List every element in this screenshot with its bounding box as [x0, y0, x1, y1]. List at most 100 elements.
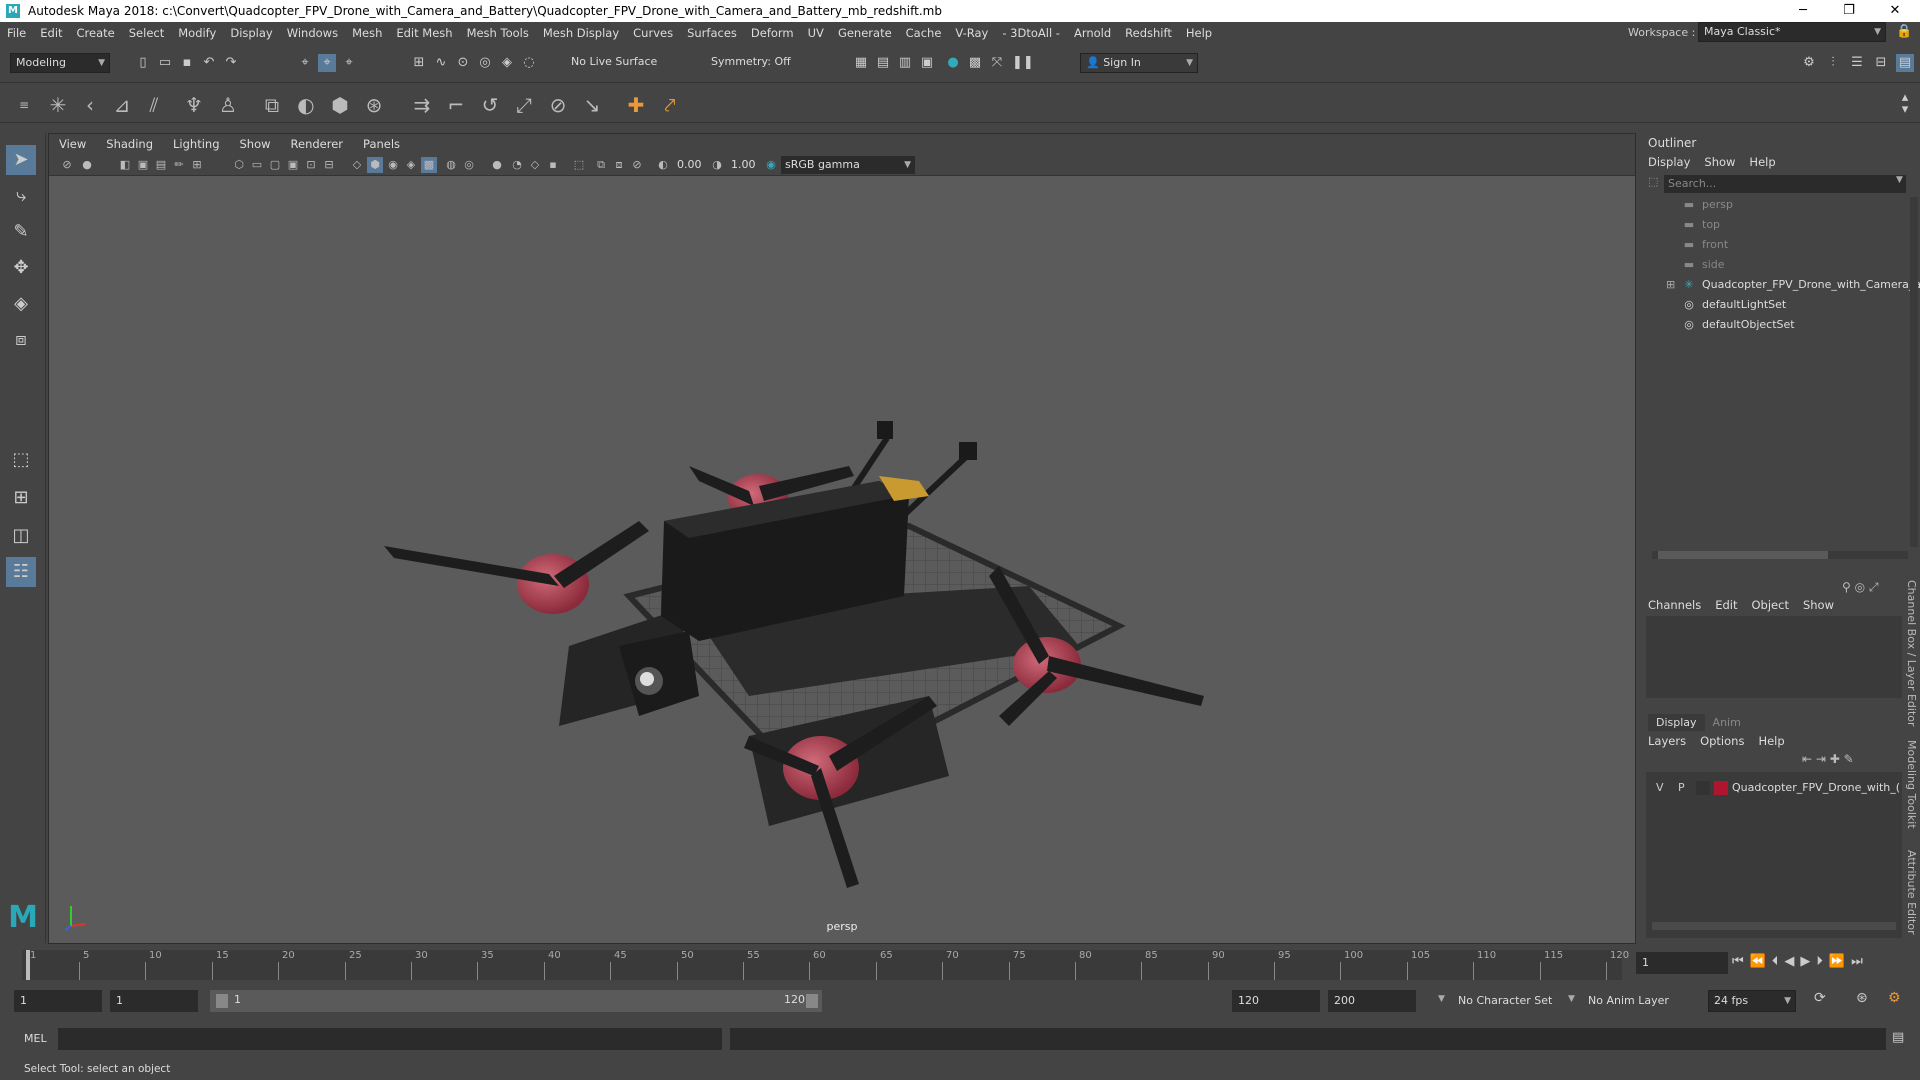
- shelf-menu-icon[interactable]: ≡: [10, 91, 38, 119]
- hypershade-icon[interactable]: ●: [944, 54, 962, 72]
- shelf-scroll-down-icon[interactable]: ▾: [1896, 101, 1914, 119]
- outliner-item-persp[interactable]: ▬ persp: [1682, 195, 1733, 215]
- chevron-down-icon[interactable]: ▼: [1896, 175, 1903, 185]
- layer-action-icons[interactable]: ⇤ ⇥ ✚ ✎: [1802, 752, 1854, 766]
- lock-icon[interactable]: 🔒: [1896, 24, 1912, 39]
- menu-display[interactable]: Display: [223, 26, 279, 40]
- outliner-menu-display[interactable]: Display: [1648, 155, 1690, 169]
- channel-menu-object[interactable]: Object: [1752, 598, 1789, 612]
- side-tab-channel-box[interactable]: Channel Box / Layer Editor: [1905, 580, 1918, 727]
- outliner-item-default-object-set[interactable]: ◎ defaultObjectSet: [1682, 315, 1794, 335]
- outliner-search-input[interactable]: Search...: [1664, 175, 1906, 193]
- select-component-icon[interactable]: ⌖: [340, 54, 358, 72]
- anti-alias-icon[interactable]: ⧉: [593, 157, 609, 173]
- live-surface-field[interactable]: No Live Surface: [566, 53, 676, 73]
- select-camera-icon[interactable]: ⊘: [59, 157, 75, 173]
- grease-pencil-icon[interactable]: ✏: [171, 157, 187, 173]
- wireframe-icon[interactable]: ⬡: [231, 157, 247, 173]
- maximize-button[interactable]: ❐: [1826, 0, 1872, 22]
- menu-edit[interactable]: Edit: [33, 26, 69, 40]
- layer-row[interactable]: V P Quadcopter_FPV_Drone_with_(: [1650, 778, 1902, 798]
- new-scene-icon[interactable]: ▯: [134, 54, 152, 72]
- outliner-menu-show[interactable]: Show: [1704, 155, 1735, 169]
- xray-icon[interactable]: ●: [489, 157, 505, 173]
- menu-curves[interactable]: Curves: [626, 26, 680, 40]
- exposure-field[interactable]: 0.00: [673, 156, 705, 174]
- outliner-item-side[interactable]: ▬ side: [1682, 255, 1725, 275]
- menu-file[interactable]: File: [0, 26, 33, 40]
- isolate-select-icon[interactable]: ◎: [461, 157, 477, 173]
- menu-mesh-tools[interactable]: Mesh Tools: [460, 26, 536, 40]
- outliner-vertical-scrollbar[interactable]: [1910, 197, 1918, 547]
- go-to-start-icon[interactable]: ⏮: [1732, 954, 1750, 969]
- pause-icon[interactable]: ❚❚: [1012, 54, 1034, 72]
- preferences-icon[interactable]: ⚙: [1888, 990, 1901, 1006]
- ik-handle-icon[interactable]: ✳: [44, 91, 72, 119]
- render-sequence-icon[interactable]: ▩: [966, 54, 984, 72]
- constraint-orient-icon[interactable]: ↺: [476, 91, 504, 119]
- undo-icon[interactable]: ↶: [200, 54, 218, 72]
- color-management-icon[interactable]: ◉: [763, 157, 779, 173]
- toggle-modeling-toolkit-icon[interactable]: ⚙: [1800, 54, 1818, 72]
- four-view-layout-icon[interactable]: ⊞: [6, 483, 36, 513]
- menu-arnold[interactable]: Arnold: [1067, 26, 1118, 40]
- chevron-down-icon[interactable]: ▼: [1438, 994, 1445, 1004]
- menu-cache[interactable]: Cache: [899, 26, 949, 40]
- snap-surface-icon[interactable]: ◈: [498, 54, 516, 72]
- menu-3dtoall[interactable]: - 3DtoAll -: [995, 26, 1067, 40]
- mode-dropdown[interactable]: Modeling ▼: [10, 53, 110, 73]
- filter-icon[interactable]: ⬚: [1648, 175, 1662, 193]
- menu-deform[interactable]: Deform: [744, 26, 801, 40]
- playback-start-field[interactable]: 1: [110, 990, 198, 1012]
- color-space-dropdown[interactable]: sRGB gamma ▼: [781, 156, 915, 174]
- scale-tool-icon[interactable]: ⧈: [6, 325, 36, 355]
- menu-select[interactable]: Select: [122, 26, 171, 40]
- menu-help[interactable]: Help: [1179, 26, 1219, 40]
- menu-modify[interactable]: Modify: [171, 26, 223, 40]
- gate-mask-icon[interactable]: ▣: [285, 157, 301, 173]
- layer-visibility-toggle[interactable]: V: [1656, 778, 1664, 798]
- motion-blur-icon[interactable]: ⬚: [571, 157, 587, 173]
- layer-horizontal-scrollbar[interactable]: [1652, 922, 1896, 930]
- step-forward-key-icon[interactable]: ⏩: [1829, 954, 1851, 969]
- range-end-handle[interactable]: [806, 994, 818, 1008]
- close-button[interactable]: ✕: [1872, 0, 1918, 22]
- channel-box-list[interactable]: [1646, 616, 1902, 698]
- channel-box-icons[interactable]: ⚲ ◎ ⤢: [1842, 580, 1879, 595]
- smooth-shade-icon[interactable]: ⬢: [367, 157, 383, 173]
- viewport-menu-show[interactable]: Show: [230, 137, 281, 151]
- minimize-button[interactable]: ─: [1780, 0, 1826, 22]
- gamma-icon[interactable]: ◑: [709, 157, 725, 173]
- current-time-marker[interactable]: [26, 950, 30, 980]
- range-start-handle[interactable]: [216, 994, 228, 1008]
- locator-icon[interactable]: ✚: [622, 91, 650, 119]
- backface-icon[interactable]: ▪: [545, 157, 561, 173]
- go-to-end-icon[interactable]: ⏭: [1851, 954, 1869, 969]
- outliner-item-default-light-set[interactable]: ◎ defaultLightSet: [1682, 295, 1786, 315]
- layer-type-toggle[interactable]: [1696, 781, 1710, 795]
- exposure-icon[interactable]: ◐: [655, 157, 671, 173]
- play-back-icon[interactable]: ◀: [1784, 954, 1800, 969]
- cluster-icon[interactable]: ⊛: [360, 91, 388, 119]
- viewport-menu-shading[interactable]: Shading: [96, 137, 163, 151]
- layer-menu-options[interactable]: Options: [1700, 734, 1744, 748]
- layer-playback-toggle[interactable]: P: [1678, 778, 1685, 798]
- channel-menu-edit[interactable]: Edit: [1715, 598, 1737, 612]
- viewport-menu-panels[interactable]: Panels: [353, 137, 410, 151]
- toggle-tool-settings-icon[interactable]: ☰: [1848, 54, 1866, 72]
- script-editor-icon[interactable]: ▤: [1892, 1030, 1904, 1045]
- viewport-menu-view[interactable]: View: [49, 137, 96, 151]
- two-d-pan-zoom-icon[interactable]: ▤: [153, 157, 169, 173]
- chevron-down-icon[interactable]: ▼: [1568, 994, 1575, 1004]
- layer-menu-help[interactable]: Help: [1758, 734, 1784, 748]
- use-all-lights-icon[interactable]: ◈: [403, 157, 419, 173]
- render-region-icon[interactable]: ⤧: [988, 54, 1006, 72]
- snap-edge-icon[interactable]: ◌: [520, 54, 538, 72]
- viewport-menu-lighting[interactable]: Lighting: [163, 137, 229, 151]
- playback-end-field[interactable]: 120: [1232, 990, 1320, 1012]
- single-perspective-layout-icon[interactable]: ⬚: [6, 445, 36, 475]
- step-back-key-icon[interactable]: ⏪: [1750, 954, 1772, 969]
- redo-icon[interactable]: ↷: [222, 54, 240, 72]
- menu-mesh[interactable]: Mesh: [345, 26, 389, 40]
- select-tool-icon[interactable]: ➤: [6, 145, 36, 175]
